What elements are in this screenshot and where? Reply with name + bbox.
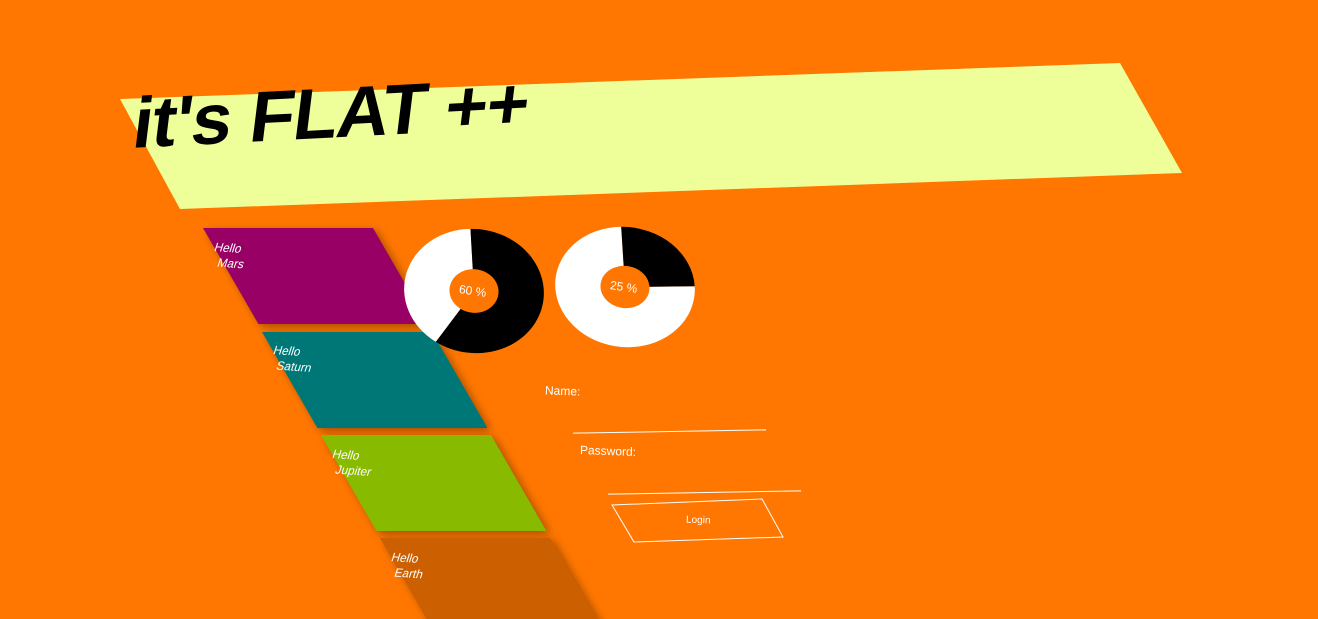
page-canvas: it's FLAT ++ Hello Mars Hello Saturn Hel… [0, 0, 1318, 619]
name-label: Name: [544, 383, 581, 399]
password-label: Password: [579, 443, 637, 459]
login-button-label: Login [685, 514, 711, 527]
name-input[interactable] [575, 412, 767, 430]
password-input[interactable] [610, 472, 802, 490]
